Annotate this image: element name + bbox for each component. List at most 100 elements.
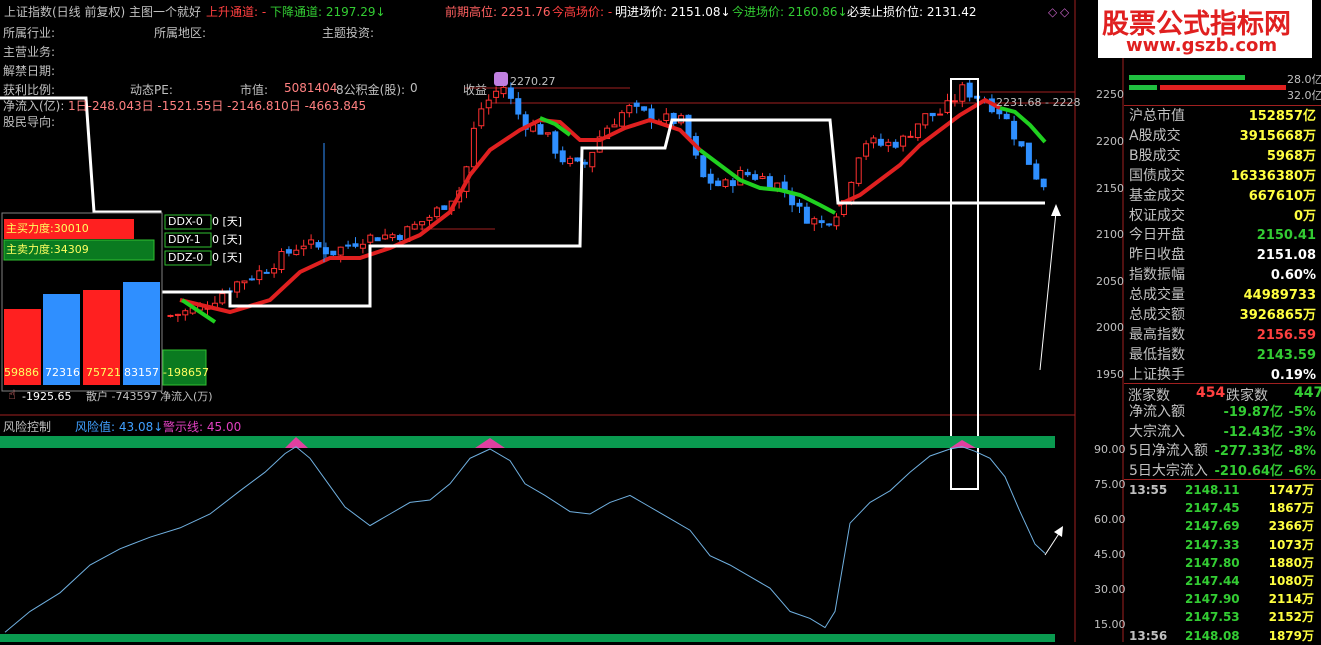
- fund-value: 0: [410, 81, 418, 95]
- theme-label: 主题投资:: [322, 26, 375, 40]
- force-bottom-right: 净流入(万): [160, 390, 213, 403]
- tick-volume: 2152万: [1268, 610, 1314, 625]
- candle-body: [744, 171, 751, 176]
- candle-body: [951, 100, 958, 103]
- candle-body: [308, 239, 315, 245]
- window-close-icon[interactable]: ◇: [1060, 5, 1069, 19]
- tick-volume: 1073万: [1268, 537, 1314, 552]
- candle-body: [485, 99, 492, 109]
- candle-body: [937, 113, 944, 116]
- candle-body: [626, 105, 633, 114]
- candle-body: [256, 270, 263, 281]
- candle-body: [722, 179, 729, 187]
- arrow-up-head-risk: [1054, 526, 1063, 537]
- candle-body: [1033, 163, 1040, 180]
- candle-body: [1011, 120, 1018, 140]
- candle-body: [174, 313, 181, 316]
- market-stat-label: 国债成交: [1129, 167, 1185, 184]
- capital-flow-pct: -8%: [1288, 444, 1316, 459]
- candle-body: [633, 102, 640, 107]
- candle-body: [248, 278, 255, 281]
- risk-axis-tick: 45.00: [1094, 548, 1126, 561]
- tick-row[interactable]: 2147.53 2152万: [1127, 608, 1317, 626]
- candlestick-group: [167, 78, 1047, 322]
- market-stat-value: 16336380万: [1230, 168, 1316, 184]
- market-stat-row: 最低指数 2143.59: [1124, 346, 1321, 365]
- candle-body: [382, 234, 389, 240]
- income-label: 收益: [463, 83, 488, 97]
- candle-body: [411, 223, 418, 230]
- market-stat-value: 152857亿: [1248, 109, 1316, 124]
- market-stat-row: A股成交 3915668万: [1124, 127, 1321, 146]
- risk-warn-label: 警示线: 45.00: [163, 420, 242, 434]
- candle-body: [441, 205, 448, 210]
- tick-row[interactable]: 2147.33 1073万: [1127, 536, 1317, 554]
- industry-label: 所属行业:: [3, 26, 56, 40]
- market-stat-label: B股成交: [1129, 147, 1181, 164]
- risk-axis-tick: 75.00: [1094, 478, 1126, 491]
- candle-body: [285, 249, 292, 254]
- candle-body: [219, 293, 226, 304]
- market-cap-label: 市值:: [240, 83, 269, 97]
- candle-body: [537, 124, 544, 135]
- arrow-up-line-main: [1039, 211, 1057, 371]
- peak-marker-icon: [494, 72, 508, 86]
- price-axis-tick: 2000: [1096, 321, 1124, 334]
- market-stat-value: 3915668万: [1239, 128, 1316, 144]
- candle-body: [300, 245, 307, 250]
- watermark-url: www.gszb.com: [1126, 35, 1278, 56]
- candle-body: [663, 113, 670, 121]
- right-divider: [1124, 105, 1321, 106]
- tick-row[interactable]: 2147.44 1080万: [1127, 572, 1317, 590]
- candle-body: [818, 220, 825, 224]
- tick-price: 2147.90: [1185, 592, 1240, 607]
- volume-bar-green: [1129, 75, 1245, 80]
- candle-body: [1018, 141, 1025, 147]
- price-axis-tick: 1950: [1096, 368, 1124, 381]
- capital-flow-row: 大宗流入 -12.43亿 -3%: [1124, 423, 1321, 442]
- tick-row[interactable]: 2147.45 1867万: [1127, 499, 1317, 517]
- market-stat-value: 44989733: [1243, 288, 1316, 304]
- arrow-up-head-main: [1051, 204, 1061, 216]
- candle-body: [352, 243, 359, 247]
- capital-flow-row: 净流入额 -19.87亿 -5%: [1124, 403, 1321, 422]
- arrow-up-line-risk: [1044, 531, 1061, 556]
- tick-row[interactable]: 2147.69 2366万: [1127, 517, 1317, 535]
- capital-flow-pct: -5%: [1288, 405, 1316, 420]
- force-bottom-mid: 散户 -743597: [86, 390, 158, 403]
- candle-body: [833, 216, 840, 227]
- candle-body: [944, 100, 951, 113]
- capital-flow-row: 5日净流入额 -277.33亿 -8%: [1124, 442, 1321, 461]
- candle-body: [493, 90, 500, 98]
- tick-row[interactable]: 13:55 2148.11 1747万: [1127, 481, 1317, 499]
- candle-body: [470, 127, 477, 168]
- candle-body: [374, 237, 381, 242]
- candle-body: [729, 180, 736, 187]
- candle-body: [892, 141, 899, 148]
- market-stat-value: 2151.08: [1256, 248, 1316, 264]
- tick-price: 2148.11: [1185, 483, 1240, 497]
- risk-band-top: [0, 436, 1055, 448]
- force-bar-value: 75721: [86, 366, 121, 379]
- candle-body: [367, 234, 374, 243]
- peak-price-label: 2270.27: [510, 75, 556, 88]
- candle-body: [515, 98, 522, 115]
- netflow-values: 1日-248.043日 -1521.55日 -2146.810日 -4663.8…: [68, 99, 367, 113]
- candle-body: [900, 135, 907, 147]
- chart-title: 上证指数(日线 前复权) 主图一个就好: [4, 5, 201, 19]
- candle-body: [929, 112, 936, 117]
- candle-body: [345, 244, 352, 247]
- volume-bar2-value: 32.0亿: [1287, 89, 1321, 102]
- down-count-label: 跌家数: [1226, 388, 1268, 404]
- market-stat-value: 2143.59: [1256, 347, 1316, 363]
- candle-body: [544, 132, 551, 135]
- netflow-label: 净流入(亿):: [3, 99, 65, 113]
- tick-row[interactable]: 2147.80 1880万: [1127, 554, 1317, 572]
- market-stat-label: 最低指数: [1129, 346, 1185, 363]
- ddz-unit: 0 [天]: [212, 251, 243, 264]
- ddx-unit: 0 [天]: [212, 215, 243, 228]
- tick-row[interactable]: 2147.90 2114万: [1127, 590, 1317, 608]
- window-restore-icon[interactable]: ◇: [1048, 5, 1057, 19]
- tick-volume: 1080万: [1268, 574, 1314, 588]
- market-stat-value: 0.60%: [1270, 268, 1316, 284]
